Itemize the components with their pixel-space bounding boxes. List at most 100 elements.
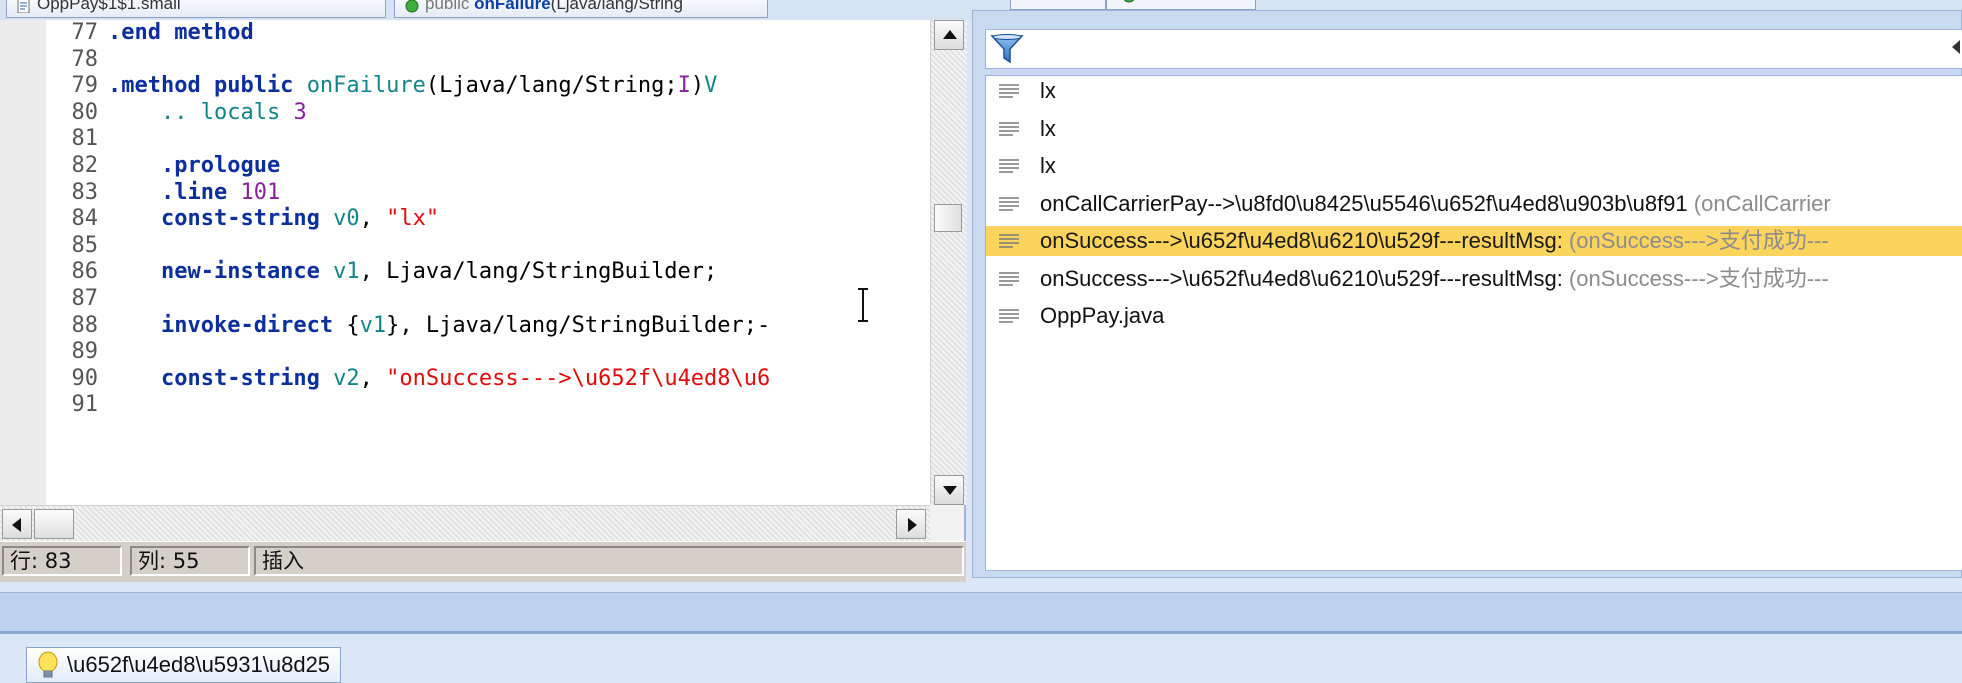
code-line: new-instance v1, Ljava/lang/StringBuilde…: [108, 255, 717, 288]
filter-icon[interactable]: [990, 33, 1024, 65]
scroll-right-button[interactable]: [896, 509, 926, 539]
code-line: const-string v2, "onSuccess--->\u652f\u4…: [108, 362, 770, 395]
search-result-text: onCallCarrierPay-->\u8fd0\u8425\u5546\u6…: [1040, 189, 1831, 219]
search-results-list: lx lx lx onCallCarrierPay-->\u8fd0\u8425\u5…: [985, 75, 1962, 571]
code-area[interactable]: .end method .method public onFailure(Ljav…: [104, 20, 930, 505]
method-icon: [405, 0, 419, 13]
search-result-item[interactable]: lx: [986, 151, 1962, 181]
code-token: 3: [293, 99, 307, 125]
filter-input[interactable]: [1032, 34, 1936, 66]
tab-secondary[interactable]: [1106, 0, 1256, 10]
search-result-match: onCallCarrierPay-->\u8fd0\u8425\u5546\u6…: [1040, 190, 1694, 216]
editor-gutter: [0, 20, 47, 505]
code-token: v1: [333, 259, 360, 285]
code-token: .method public: [108, 73, 307, 99]
code-token: 101: [240, 179, 281, 205]
code-token: , Ljava/lang/StringBuilder;: [359, 259, 718, 285]
search-result-match: OppPay.java: [1040, 303, 1165, 328]
file-icon: [17, 0, 30, 13]
search-result-text: OppPay.java: [1040, 301, 1164, 331]
code-token: {: [346, 312, 360, 338]
search-result-context: (onCallCarrier: [1693, 190, 1831, 216]
code-token: .end method: [108, 20, 254, 45]
code-editor: 77 78 79 80 81 82 83 84 85 86 87 88 89 90 91 .end meth…: [0, 20, 967, 542]
search-result-item[interactable]: lx: [986, 76, 1962, 106]
search-panel: lx lx lx onCallCarrierPay-->\u8fd0\u8425\u5…: [972, 10, 1962, 578]
search-result-context: (onSuccess--->支付成功---: [1568, 265, 1829, 291]
tab-label: OppPay$1$1.smali: [37, 0, 181, 13]
code-token: .prologue: [108, 153, 281, 178]
code-token: "onSuccess--->\u652f\u4ed8\u6: [386, 365, 771, 391]
string-tip-label: \u652f\u4ed8\u5931\u8d25: [67, 652, 331, 677]
code-token: onFailure: [306, 73, 426, 99]
code-line: .. locals 3: [108, 96, 307, 129]
method-icon: [1123, 0, 1135, 3]
code-token: .. locals: [108, 99, 294, 125]
text-lines-icon: [999, 309, 1019, 323]
code-token: "lx": [386, 206, 440, 232]
search-result-item[interactable]: onCallCarrierPay-->\u8fd0\u8425\u5546\u6…: [986, 189, 1962, 219]
status-insert-mode: 插入: [254, 546, 964, 576]
code-token: }, Ljava/lang/StringBuilder;-: [386, 312, 771, 338]
search-result-text: lx: [1040, 76, 1056, 106]
string-tip-button[interactable]: \u652f\u4ed8\u5931\u8d25: [26, 647, 342, 683]
text-cursor-icon: [858, 288, 868, 322]
horizontal-scroll-thumb[interactable]: [34, 509, 74, 539]
text-lines-icon: [999, 271, 1019, 286]
code-line: const-string v0, "lx": [108, 202, 439, 235]
panel-separator: [0, 592, 1962, 634]
code-token: .line: [108, 179, 241, 205]
search-result-match: lx: [1040, 78, 1056, 103]
code-token: ,: [359, 206, 387, 232]
scroll-up-button[interactable]: [934, 20, 964, 50]
code-token: new-instance: [108, 259, 334, 285]
search-result-item[interactable]: lx: [986, 114, 1962, 144]
bottom-bar: \u652f\u4ed8\u5931\u8d25: [0, 634, 1962, 683]
tab-search-results[interactable]: [1010, 0, 1106, 10]
search-result-context: (onSuccess--->支付成功---: [1568, 228, 1829, 253]
tab-label-post: (Ljava/lang/String: [550, 0, 683, 13]
search-panel-tab-strip: [966, 0, 1962, 10]
editor-status-bar: 行: 83 列: 55 插入: [0, 541, 966, 582]
code-line: .end method: [108, 20, 254, 49]
vertical-scrollbar[interactable]: [930, 20, 967, 505]
search-result-match: lx: [1040, 115, 1056, 141]
tab-onfailure-method[interactable]: public onFailure(Ljava/lang/String: [394, 0, 768, 18]
search-result-match: onSuccess--->\u652f\u4ed8\u6210\u529f---…: [1040, 228, 1569, 253]
text-lines-icon: [999, 159, 1019, 173]
scroll-down-button[interactable]: [934, 475, 964, 505]
vertical-scroll-thumb[interactable]: [934, 204, 962, 232]
code-token: const-string: [108, 365, 334, 391]
line-number: 91: [71, 392, 99, 418]
code-token: (Ljava/lang/String;: [425, 73, 678, 99]
status-row: 行: 83: [2, 546, 122, 576]
text-lines-icon: [999, 234, 1019, 248]
scroll-left-button[interactable]: [2, 509, 32, 539]
search-result-match: onSuccess--->\u652f\u4ed8\u6210\u529f---…: [1040, 265, 1569, 291]
panel-collapse-icon[interactable]: [1952, 40, 1960, 54]
search-result-text: lx: [1040, 151, 1056, 181]
tab-label-bold: onFailure: [474, 0, 551, 13]
code-token: ): [690, 73, 705, 99]
search-result-item[interactable]: OppPay.java: [986, 301, 1962, 331]
text-lines-icon: [999, 121, 1019, 136]
code-token: V: [704, 73, 718, 99]
search-result-item[interactable]: onSuccess--->\u652f\u4ed8\u6210\u529f---…: [986, 264, 1962, 294]
code-token: v2: [333, 365, 360, 391]
search-result-text: lx: [1040, 114, 1056, 144]
text-lines-icon: [999, 84, 1019, 98]
code-token: const-string: [108, 206, 334, 232]
search-result-item[interactable]: onSuccess--->\u652f\u4ed8\u6210\u529f---…: [986, 226, 1962, 256]
horizontal-scrollbar[interactable]: [0, 505, 930, 542]
code-token: invoke-direct: [108, 312, 347, 338]
code-token: v0: [333, 206, 360, 232]
text-lines-icon: [999, 196, 1019, 211]
search-result-text: onSuccess--->\u652f\u4ed8\u6210\u529f---…: [1040, 226, 1829, 256]
line-numbers: 77 78 79 80 81 82 83 84 85 86 87 88 89 90 91: [46, 20, 104, 505]
tab-label-pre: public: [425, 0, 475, 13]
filter-bar: [985, 29, 1962, 69]
search-result-text: onSuccess--->\u652f\u4ed8\u6210\u529f---…: [1040, 264, 1829, 294]
search-result-match: lx: [1040, 153, 1056, 178]
status-column: 列: 55: [130, 546, 250, 576]
lightbulb-icon: [38, 651, 58, 678]
